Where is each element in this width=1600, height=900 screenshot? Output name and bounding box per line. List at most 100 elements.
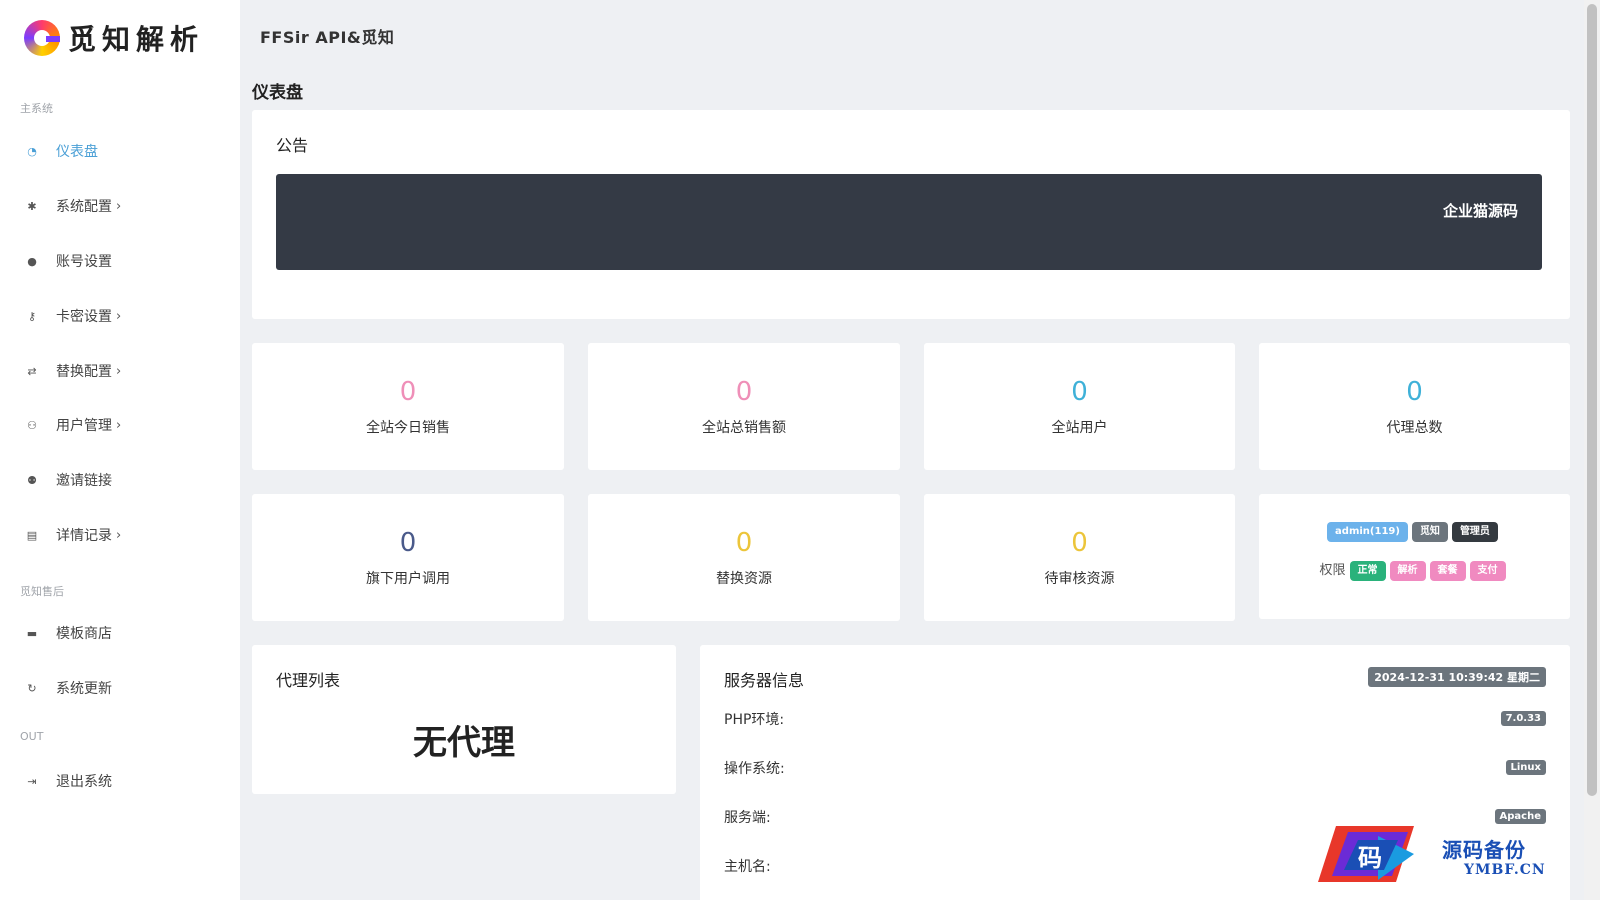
user-info-card: admin(119) 觅知 管理员 权限 正常 解析 套餐 支付 [1259,494,1570,619]
clipboard-icon: ▤ [26,528,38,542]
stat-card-pending-review: 0 待审核资源 [924,494,1235,621]
stat-label: 全站总销售额 [702,420,786,436]
sidebar-item-system-update[interactable]: ↻ 系统更新 [24,676,112,700]
stat-value: 0 [1406,377,1423,407]
sidebar-item-system-config[interactable]: ✱ 系统配置 › [24,194,121,218]
user-badges: admin(119) 觅知 管理员 [1259,519,1570,542]
store-icon: ▬ [26,626,38,640]
sidebar-item-label: 系统更新 [56,681,112,697]
sidebar-item-card-settings[interactable]: ⚷ 卡密设置 › [24,304,121,328]
perm-pay-badge: 支付 [1469,561,1506,581]
stat-card-total-users: 0 全站用户 [924,343,1235,470]
role-badge: 管理员 [1451,522,1498,542]
server-value: Linux [1505,760,1546,775]
watermark-domain: YMBF.CN [1464,862,1546,878]
user-icon: ● [27,254,37,268]
stat-label: 全站用户 [1051,420,1108,436]
sidebar-item-label: 系统配置 [56,199,112,215]
stat-value: 0 [1071,377,1088,407]
nav-section-aftersale: 觅知售后 [20,585,64,598]
users-icon: ⚇ [27,418,37,432]
perm-package-badge: 套餐 [1429,561,1466,581]
agent-list-title: 代理列表 [276,671,341,690]
sidebar-item-template-store[interactable]: ▬ 模板商店 [24,621,112,645]
scrollbar-thumb[interactable] [1587,4,1597,796]
stat-card-replace-resources: 0 替换资源 [588,494,900,621]
permission-label: 权限 [1319,563,1346,578]
stat-label: 代理总数 [1386,420,1443,436]
server-label: 服务端: [724,810,771,826]
stat-card-agent-count: 0 代理总数 [1259,343,1570,470]
sidebar-item-replace-config[interactable]: ⇄ 替换配置 › [24,359,121,383]
logout-icon: ⇥ [27,774,37,788]
stat-label: 替换资源 [716,571,772,587]
nickname-badge: 觅知 [1411,522,1448,542]
permission-badges: 权限 正常 解析 套餐 支付 [1259,558,1570,581]
chevron-right-icon: › [116,308,122,324]
sidebar-item-account-settings[interactable]: ● 账号设置 [24,249,112,273]
sidebar-item-label: 邀请链接 [56,473,112,489]
server-label: 主机名: [724,859,771,875]
page-scrollbar[interactable] [1584,0,1600,900]
page-title: 仪表盘 [252,83,303,103]
logo[interactable]: 觅知解析 [24,18,204,58]
chevron-right-icon: › [116,198,122,214]
logo-mark-icon [24,20,60,56]
stat-card-sub-user-calls: 0 旗下用户调用 [252,494,564,621]
logo-text: 觅知解析 [68,23,205,56]
key-icon: ⚷ [27,309,37,323]
notice-title: 公告 [276,136,309,155]
watermark-logo-icon: 码 [1318,826,1414,882]
stat-value: 0 [1071,528,1088,558]
username-badge: admin(119) [1327,522,1408,542]
sidebar-item-label: 模板商店 [56,626,112,642]
sidebar-item-dashboard[interactable]: ◔ 仪表盘 [24,139,98,163]
sidebar-item-label: 仪表盘 [56,144,98,160]
agent-list-card: 代理列表 无代理 [252,645,676,794]
watermark: 码 源码备份 YMBF.CN [1318,818,1590,892]
stat-card-total-sales: 0 全站总销售额 [588,343,900,470]
gear-icon: ✱ [27,199,37,213]
sidebar-item-label: 卡密设置 [56,309,112,325]
server-info-title: 服务器信息 [724,671,805,690]
sidebar-item-invite-link[interactable]: ⚉ 邀请链接 [24,468,112,492]
server-label: 操作系统: [724,761,785,777]
chevron-right-icon: › [116,417,122,433]
stat-label: 全站今日销售 [366,420,450,436]
nav-section-main: 主系统 [20,102,53,115]
server-time-badge: 2024-12-31 10:39:42 星期二 [1368,667,1546,687]
sidebar: 觅知解析 主系统 ◔ 仪表盘 ✱ 系统配置 › ● 账号设置 ⚷ 卡密设置 › … [0,0,240,900]
sidebar-item-logout[interactable]: ⇥ 退出系统 [24,769,112,793]
stat-value: 0 [735,528,753,558]
sidebar-item-label: 退出系统 [56,774,112,790]
notice-text: 企业猫源码 [1442,202,1518,220]
server-label: PHP环境: [724,712,785,728]
chevron-right-icon: › [116,527,122,543]
swap-icon: ⇄ [27,364,37,378]
stat-value: 0 [399,528,417,558]
user-plus-icon: ⚉ [27,473,37,487]
server-row-php: PHP环境: 7.0.33 [724,709,1546,729]
perm-parse-badge: 解析 [1389,561,1426,581]
server-row-os: 操作系统: Linux [724,758,1546,778]
sidebar-item-label: 替换配置 [56,364,112,380]
stat-value: 0 [735,377,753,407]
app-title: FFSir API&觅知 [260,28,395,47]
agent-list-empty: 无代理 [413,723,515,763]
sidebar-item-label: 用户管理 [56,418,112,434]
sidebar-item-detail-records[interactable]: ▤ 详情记录 › [24,523,121,547]
stat-value: 0 [399,377,417,407]
stat-label: 旗下用户调用 [366,571,450,587]
stat-label: 待审核资源 [1044,571,1115,587]
nav-section-out: OUT [20,730,44,743]
notice-card: 公告 企业猫源码 [252,110,1570,319]
chevron-right-icon: › [116,363,122,379]
watermark-title: 源码备份 [1442,838,1526,862]
stat-card-today-sales: 0 全站今日销售 [252,343,564,470]
server-value: 7.0.33 [1500,711,1546,726]
perm-normal-badge: 正常 [1349,561,1386,581]
watermark-mark-text: 码 [1358,843,1382,872]
sidebar-item-label: 账号设置 [56,254,112,270]
dashboard-icon: ◔ [27,144,37,158]
sidebar-item-user-management[interactable]: ⚇ 用户管理 › [24,413,121,437]
